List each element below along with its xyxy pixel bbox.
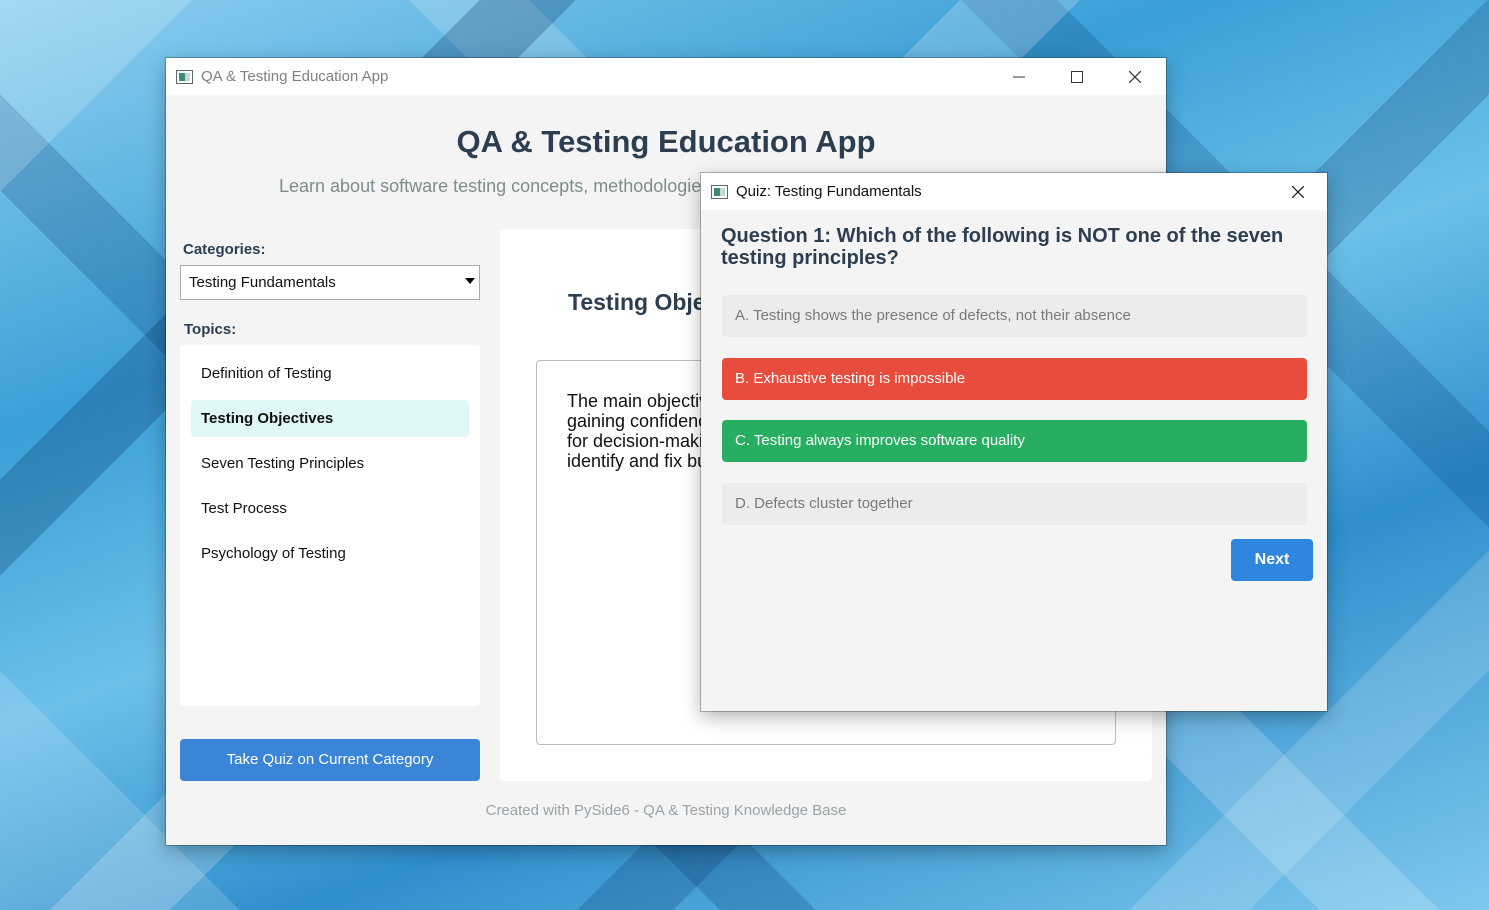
app-window-icon bbox=[711, 184, 728, 199]
page-subtitle: Learn about software testing concepts, m… bbox=[279, 176, 716, 196]
answer-option-c[interactable]: C. Testing always improves software qual… bbox=[722, 420, 1307, 462]
categories-label: Categories: bbox=[183, 241, 266, 258]
topic-item-psychology[interactable]: Psychology of Testing bbox=[191, 535, 469, 572]
close-icon[interactable] bbox=[1269, 173, 1327, 210]
topics-label: Topics: bbox=[184, 321, 237, 338]
answer-option-b[interactable]: B. Exhaustive testing is impossible bbox=[722, 358, 1307, 400]
app-window-icon bbox=[176, 69, 193, 84]
quiz-dialog-title: Quiz: Testing Fundamentals bbox=[736, 183, 922, 200]
answer-option-a[interactable]: A. Testing shows the presence of defects… bbox=[722, 295, 1307, 337]
content-title: Testing Obje bbox=[568, 289, 706, 315]
quiz-titlebar[interactable]: Quiz: Testing Fundamentals bbox=[701, 173, 1327, 210]
close-icon[interactable] bbox=[1106, 58, 1164, 95]
topics-list: Definition of Testing Testing Objectives… bbox=[180, 345, 480, 706]
quiz-question: Question 1: Which of the following is NO… bbox=[721, 225, 1284, 269]
answer-option-d[interactable]: D. Defects cluster together bbox=[722, 483, 1307, 525]
topic-item-test-process[interactable]: Test Process bbox=[191, 490, 469, 527]
category-select[interactable]: Testing Fundamentals bbox=[180, 265, 480, 300]
next-button[interactable]: Next bbox=[1231, 539, 1313, 581]
take-quiz-button[interactable]: Take Quiz on Current Category bbox=[180, 739, 480, 781]
minimize-icon[interactable] bbox=[990, 58, 1048, 95]
page-title: QA & Testing Education App bbox=[456, 124, 876, 159]
main-titlebar[interactable]: QA & Testing Education App bbox=[166, 58, 1166, 95]
category-select-value: Testing Fundamentals bbox=[189, 274, 336, 291]
topic-item-objectives[interactable]: Testing Objectives bbox=[191, 400, 469, 437]
quiz-dialog: Quiz: Testing Fundamentals Question 1: W… bbox=[701, 173, 1327, 711]
topic-item-principles[interactable]: Seven Testing Principles bbox=[191, 445, 469, 482]
footer-text: Created with PySide6 - QA & Testing Know… bbox=[485, 802, 847, 819]
main-window-title: QA & Testing Education App bbox=[201, 68, 389, 85]
topic-item-definition[interactable]: Definition of Testing bbox=[191, 355, 469, 392]
maximize-icon[interactable] bbox=[1048, 58, 1106, 95]
chevron-down-icon[interactable] bbox=[465, 278, 475, 284]
